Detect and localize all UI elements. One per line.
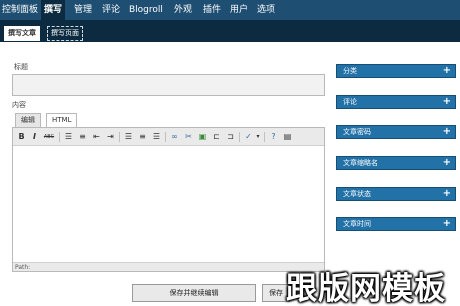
sidebar-box-label: 评论 <box>343 98 357 106</box>
menu-item-users[interactable]: 用户 <box>230 0 248 20</box>
toolbar-separator <box>264 132 265 142</box>
menu-item-dashboard[interactable]: 控制面板 <box>2 0 38 20</box>
sidebar-box-label: 文章时间 <box>343 220 371 228</box>
editor-toolbar: B I ABC ☰ ≡ ⇤ ⇥ ☰ ≡ ☰ ∞ ✂ ▣ ⊏ ⊐ ✓ ▾ ? ▤ <box>13 128 324 146</box>
align-right-icon[interactable]: ☰ <box>151 131 162 143</box>
unlink-icon[interactable]: ✂ <box>183 131 194 143</box>
path-status-bar: Path: <box>13 262 324 271</box>
menu-item-manage[interactable]: 管理 <box>74 0 92 20</box>
toolbar-separator <box>239 132 240 142</box>
sidebar-box-post-slug[interactable]: 文章缩略名 + <box>336 156 456 170</box>
subtab-write-post[interactable]: 撰写文章 <box>4 26 40 41</box>
post-editor: B I ABC ☰ ≡ ⇤ ⇥ ☰ ≡ ☰ ∞ ✂ ▣ ⊏ ⊐ ✓ ▾ ? ▤ … <box>12 127 325 272</box>
menu-item-plugins[interactable]: 插件 <box>203 0 221 20</box>
sidebar-box-post-status[interactable]: 文章状态 + <box>336 187 456 201</box>
title-input[interactable] <box>12 74 325 96</box>
subtab-write-page[interactable]: 撰写页面 <box>47 26 83 41</box>
menu-item-comments[interactable]: 评论 <box>102 0 120 20</box>
tab-html[interactable]: HTML <box>46 113 78 128</box>
sidebar-box-label: 分类 <box>343 67 357 75</box>
expand-plus-icon[interactable]: + <box>443 157 451 169</box>
title-label: 标题 <box>14 63 28 71</box>
numbered-list-icon[interactable]: ≡ <box>77 131 88 143</box>
sidebar-box-post-timestamp[interactable]: 文章时间 + <box>336 217 456 231</box>
expand-plus-icon[interactable]: + <box>443 126 451 138</box>
write-sub-menu: 撰写文章 撰写页面 <box>0 20 460 42</box>
expand-plus-icon[interactable]: + <box>443 188 451 200</box>
toolbar-separator <box>59 132 60 142</box>
menu-item-appearance[interactable]: 外观 <box>174 0 192 20</box>
italic-button[interactable]: I <box>29 131 40 143</box>
expand-plus-icon[interactable]: + <box>443 65 451 77</box>
expand-plus-icon[interactable]: + <box>443 218 451 230</box>
content-label: 内容 <box>12 101 26 109</box>
sidebar-box-categories[interactable]: 分类 + <box>336 64 456 78</box>
strikethrough-button[interactable]: ABC <box>42 131 56 143</box>
align-left-icon[interactable]: ☰ <box>123 131 134 143</box>
toolbar-separator <box>119 132 120 142</box>
page-break-icon[interactable]: ⊐ <box>225 131 236 143</box>
bold-button[interactable]: B <box>16 131 27 143</box>
sidebar-box-post-password[interactable]: 文章密码 + <box>336 125 456 139</box>
watermark: 跟版网模板 <box>286 271 446 306</box>
sidebar-box-label: 文章缩略名 <box>343 159 378 167</box>
sidebar-box-label: 文章密码 <box>343 128 371 136</box>
save-and-continue-button[interactable]: 保存并继续编辑 <box>132 284 256 302</box>
tab-visual-edit[interactable]: 编辑 <box>15 113 41 128</box>
outdent-icon[interactable]: ⇤ <box>91 131 102 143</box>
bullet-list-icon[interactable]: ☰ <box>63 131 74 143</box>
insert-link-icon[interactable]: ∞ <box>169 131 180 143</box>
content-edit-area[interactable] <box>13 146 324 264</box>
menu-item-write[interactable]: 撰写 <box>41 0 66 20</box>
spellcheck-icon[interactable]: ✓ <box>243 131 254 143</box>
indent-icon[interactable]: ⇥ <box>105 131 116 143</box>
sidebar-box-comments[interactable]: 评论 + <box>336 95 456 109</box>
expand-plus-icon[interactable]: + <box>443 96 451 108</box>
menu-item-blogroll[interactable]: Blogroll <box>129 0 163 20</box>
menu-item-options[interactable]: 选项 <box>257 0 275 20</box>
sidebar-box-label: 文章状态 <box>343 190 371 198</box>
insert-more-icon[interactable]: ⊏ <box>211 131 222 143</box>
chevron-down-icon[interactable]: ▾ <box>255 131 261 143</box>
toggle-advanced-toolbar-icon[interactable]: ▤ <box>282 131 293 143</box>
admin-top-menu: 控制面板 撰写 管理 评论 Blogroll 外观 插件 用户 选项 <box>0 0 460 20</box>
align-center-icon[interactable]: ≡ <box>137 131 148 143</box>
path-label: Path: <box>15 264 31 271</box>
help-icon[interactable]: ? <box>268 131 279 143</box>
insert-image-icon[interactable]: ▣ <box>197 131 208 143</box>
toolbar-separator <box>165 132 166 142</box>
